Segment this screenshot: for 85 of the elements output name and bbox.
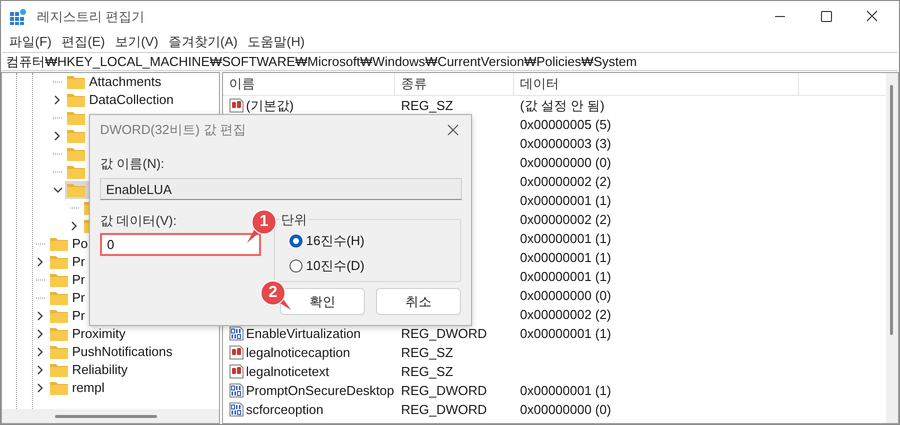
value-data: 0x00000001 (1): [520, 326, 612, 341]
folder-icon: [50, 255, 68, 269]
value-data: 0x00000001 (1): [520, 250, 612, 265]
folder-icon: [50, 291, 68, 305]
value-name[interactable]: EnableVirtualization: [246, 324, 361, 344]
tree-item[interactable]: Pr: [48, 289, 89, 307]
menu-item[interactable]: 편집(E): [58, 32, 109, 52]
value-data: 0x00000005 (5): [520, 116, 612, 132]
string-value-icon: [229, 345, 244, 360]
dialog-title: DWORD(32비트) 값 편집: [99, 120, 246, 139]
column-header[interactable]: 종류: [395, 73, 514, 95]
folder-icon: [67, 75, 85, 89]
folder-icon: [67, 183, 85, 197]
folder-icon: [50, 363, 68, 377]
vertical-scrollbar[interactable]: [886, 73, 898, 423]
value-name[interactable]: PromptOnSecureDesktop: [246, 380, 394, 400]
column-header[interactable]: 데이터: [514, 73, 799, 95]
close-icon[interactable]: [447, 124, 459, 136]
folder-icon: [50, 309, 68, 323]
data-field[interactable]: 0: [100, 233, 261, 256]
value-data: 0x00000000 (0): [520, 402, 612, 417]
value-name[interactable]: legalnoticecaption: [246, 342, 350, 362]
menu-item[interactable]: 파일(F): [5, 32, 56, 52]
horizontal-scrollbar[interactable]: [2, 409, 219, 423]
radio-label[interactable]: 10진수(D): [306, 256, 365, 276]
field-label: 값 이름(N):: [100, 155, 164, 170]
folder-icon: [67, 129, 85, 143]
folder-icon: [50, 381, 68, 395]
tree-item[interactable]: DataCollection: [65, 91, 178, 109]
ok-button[interactable]: 확인: [280, 288, 365, 315]
radio-button[interactable]: [289, 234, 303, 248]
folder-icon: [50, 327, 68, 341]
value-data: 0x00000003 (3): [520, 136, 612, 151]
folder-icon: [67, 93, 85, 107]
tree-item[interactable]: Reliability: [48, 361, 132, 379]
value-data: 0x00000000 (0): [520, 154, 612, 170]
radio-label[interactable]: 16진수(H): [306, 231, 365, 251]
cancel-button[interactable]: 취소: [376, 288, 461, 315]
value-data: 0x00000001 (1): [520, 382, 612, 398]
value-data: (값 설정 안 됨): [520, 98, 604, 113]
name-field[interactable]: EnableLUA: [100, 178, 462, 200]
value-data: 0x00000001 (1): [520, 230, 612, 246]
tree-item[interactable]: Pr: [48, 307, 89, 325]
value-type: REG_SZ: [401, 344, 454, 360]
app-icon: [9, 8, 27, 26]
value-name[interactable]: scforceoption: [246, 400, 324, 420]
folder-icon: [50, 345, 68, 359]
value-type: REG_SZ: [401, 364, 454, 379]
folder-icon: [67, 111, 85, 125]
value-data: 0x00000002 (2): [520, 306, 612, 322]
column-header[interactable]: 이름: [223, 73, 395, 95]
tree-item[interactable]: Pr: [48, 271, 89, 289]
value-data: 0x00000002 (2): [520, 212, 612, 227]
value-data: 0x00000000 (0): [520, 288, 612, 303]
folder-icon: [67, 165, 85, 179]
folder-icon: [67, 147, 85, 161]
value-data: 0x00000001 (1): [520, 192, 612, 208]
value-data: 0x00000002 (2): [520, 174, 612, 189]
radio-button[interactable]: [289, 259, 303, 273]
tree-item[interactable]: rempl: [48, 379, 109, 397]
value-name[interactable]: legalnoticetext: [246, 362, 330, 382]
tree-item[interactable]: Proximity: [48, 325, 130, 343]
menu-item[interactable]: 즐겨찾기(A): [164, 32, 242, 52]
value-type: REG_DWORD: [401, 326, 487, 341]
tree-item[interactable]: Pr: [48, 253, 89, 271]
address-bar[interactable]: 컴퓨터₩HKEY_LOCAL_MACHINE₩SOFTWARE₩Microsoft₩Windows₩CurrentVersion₩Policies₩System: [2, 52, 637, 72]
value-name[interactable]: (기본값): [246, 96, 294, 116]
tree-item[interactable]: Po: [48, 235, 92, 253]
value-data: 0x00000001 (1): [520, 268, 612, 284]
string-value-icon: [229, 364, 244, 379]
binary-value-icon: [229, 402, 244, 417]
tree-item[interactable]: Attachments: [65, 73, 166, 91]
value-type: REG_DWORD: [401, 402, 487, 417]
window-title: 레지스트리 편집기: [37, 8, 145, 26]
folder-icon: [50, 273, 68, 287]
value-type: REG_DWORD: [401, 382, 487, 398]
field-label: 값 데이터(V):: [100, 212, 177, 227]
binary-value-icon: [229, 383, 244, 398]
binary-value-icon: [229, 326, 244, 341]
menu-item[interactable]: 도움말(H): [244, 32, 309, 52]
value-type: REG_SZ: [401, 98, 454, 113]
folder-icon: [50, 237, 68, 251]
tree-item[interactable]: PushNotifications: [48, 343, 176, 361]
string-value-icon: [229, 98, 244, 113]
menu-item[interactable]: 보기(V): [110, 32, 162, 52]
